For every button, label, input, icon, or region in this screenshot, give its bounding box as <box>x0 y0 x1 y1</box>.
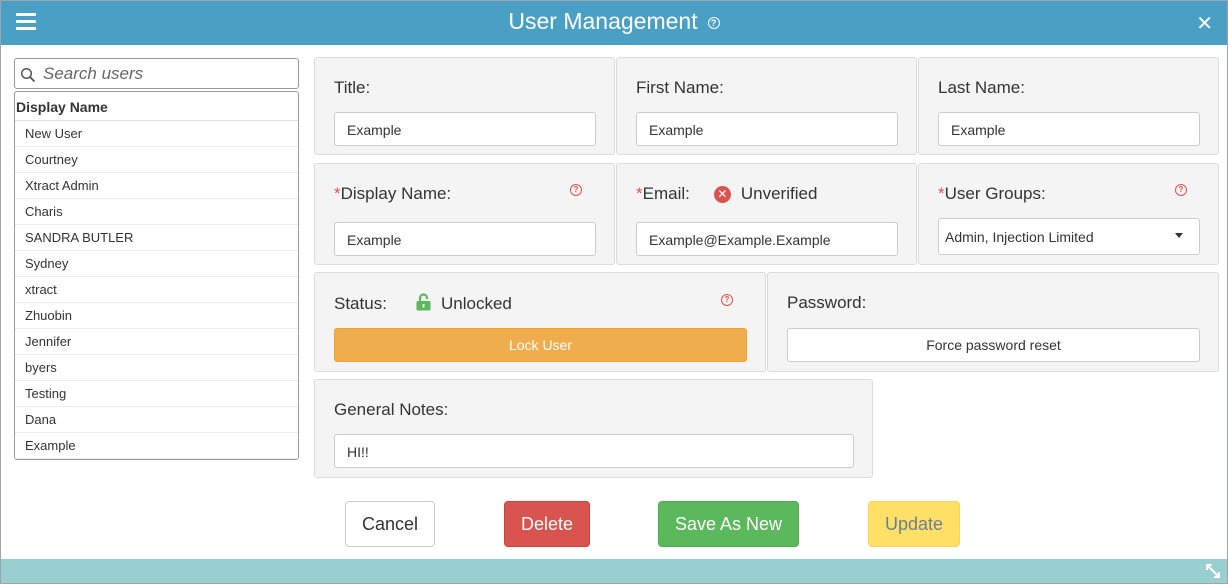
help-icon[interactable]: ? <box>707 17 720 29</box>
status-value: Unlocked <box>441 294 512 313</box>
help-icon[interactable]: ? <box>721 294 733 306</box>
user-list-item[interactable]: Courtney <box>15 147 298 173</box>
notes-label: General Notes: <box>334 400 449 419</box>
notes-panel: General Notes: HI!! <box>314 379 873 478</box>
help-icon[interactable]: ? <box>570 184 582 196</box>
user-list-item[interactable]: byers <box>15 355 298 381</box>
dropdown-caret-icon <box>1175 233 1183 238</box>
user-groups-panel: *User Groups: ? Admin, Injection Limited <box>918 163 1219 265</box>
title-bar: User Management? ✕ <box>1 1 1227 45</box>
user-list-item[interactable]: Charis <box>15 199 298 225</box>
user-list-item[interactable]: Jennifer <box>15 329 298 355</box>
email-field[interactable]: Example@Example.Example <box>636 222 898 256</box>
first-name-panel: First Name: Example <box>616 57 917 155</box>
user-list-item[interactable]: Xtract Admin <box>15 173 298 199</box>
user-list-item[interactable]: xtract <box>15 277 298 303</box>
search-input[interactable] <box>41 62 291 85</box>
window-title: User Management <box>508 8 698 34</box>
last-name-field[interactable]: Example <box>938 112 1200 146</box>
resize-icon[interactable] <box>1205 563 1221 579</box>
user-list-item[interactable]: Sydney <box>15 251 298 277</box>
title-label: Title: <box>334 78 371 97</box>
status-panel: Status: Unlocked ? Lock User <box>314 272 766 372</box>
last-name-panel: Last Name: Example <box>918 57 1219 155</box>
user-list: Display Name New User Courtney Xtract Ad… <box>14 91 299 460</box>
first-name-field[interactable]: Example <box>636 112 898 146</box>
user-management-window: User Management? ✕ Display Name New User… <box>0 0 1228 584</box>
lock-user-button[interactable]: Lock User <box>334 328 747 362</box>
update-button[interactable]: Update <box>868 501 960 547</box>
search-box <box>14 58 299 89</box>
user-groups-label-wrap: *User Groups: <box>938 184 1046 204</box>
user-list-item[interactable]: Example <box>15 433 298 459</box>
display-name-field[interactable]: Example <box>334 222 596 256</box>
title-panel: Title: Example <box>314 57 615 155</box>
required-marker: * <box>636 184 643 203</box>
bottom-bar <box>1 559 1227 583</box>
email-label-wrap: *Email: ✕ Unverified <box>636 184 817 204</box>
user-groups-value: Admin, Injection Limited <box>945 229 1094 245</box>
display-name-label: Display Name: <box>340 184 452 203</box>
password-label: Password: <box>787 293 867 312</box>
last-name-label: Last Name: <box>938 78 1025 97</box>
user-list-header[interactable]: Display Name <box>15 92 298 121</box>
display-name-label-wrap: *Display Name: <box>334 184 451 204</box>
cancel-button[interactable]: Cancel <box>345 501 435 547</box>
first-name-label: First Name: <box>636 78 724 97</box>
force-password-reset-button[interactable]: Force password reset <box>787 328 1200 362</box>
window-title-wrap: User Management? <box>1 8 1227 35</box>
required-marker: * <box>938 184 945 203</box>
error-icon: ✕ <box>713 186 731 203</box>
email-panel: *Email: ✕ Unverified Example@Example.Examp… <box>616 163 917 265</box>
password-panel: Password: Force password reset <box>767 272 1219 372</box>
user-list-item[interactable]: Zhuobin <box>15 303 298 329</box>
delete-button[interactable]: Delete <box>504 501 590 547</box>
help-icon[interactable]: ? <box>1175 184 1187 196</box>
unlock-icon <box>416 293 431 311</box>
close-icon[interactable]: ✕ <box>1196 11 1213 36</box>
user-list-item[interactable]: New User <box>15 121 298 147</box>
search-icon <box>20 67 36 83</box>
user-list-item[interactable]: Dana <box>15 407 298 433</box>
email-label: Email: <box>642 184 690 203</box>
status-label: Status: <box>334 294 387 313</box>
user-list-item[interactable]: Testing <box>15 381 298 407</box>
display-name-panel: *Display Name: ? Example <box>314 163 615 265</box>
required-marker: * <box>334 184 341 203</box>
user-groups-label: User Groups: <box>944 184 1046 203</box>
user-groups-select[interactable]: Admin, Injection Limited <box>938 218 1200 255</box>
save-as-new-button[interactable]: Save As New <box>658 501 799 547</box>
title-field[interactable]: Example <box>334 112 596 146</box>
notes-field[interactable]: HI!! <box>334 434 854 468</box>
user-list-item[interactable]: SANDRA BUTLER <box>15 225 298 251</box>
email-status: Unverified <box>740 184 818 203</box>
